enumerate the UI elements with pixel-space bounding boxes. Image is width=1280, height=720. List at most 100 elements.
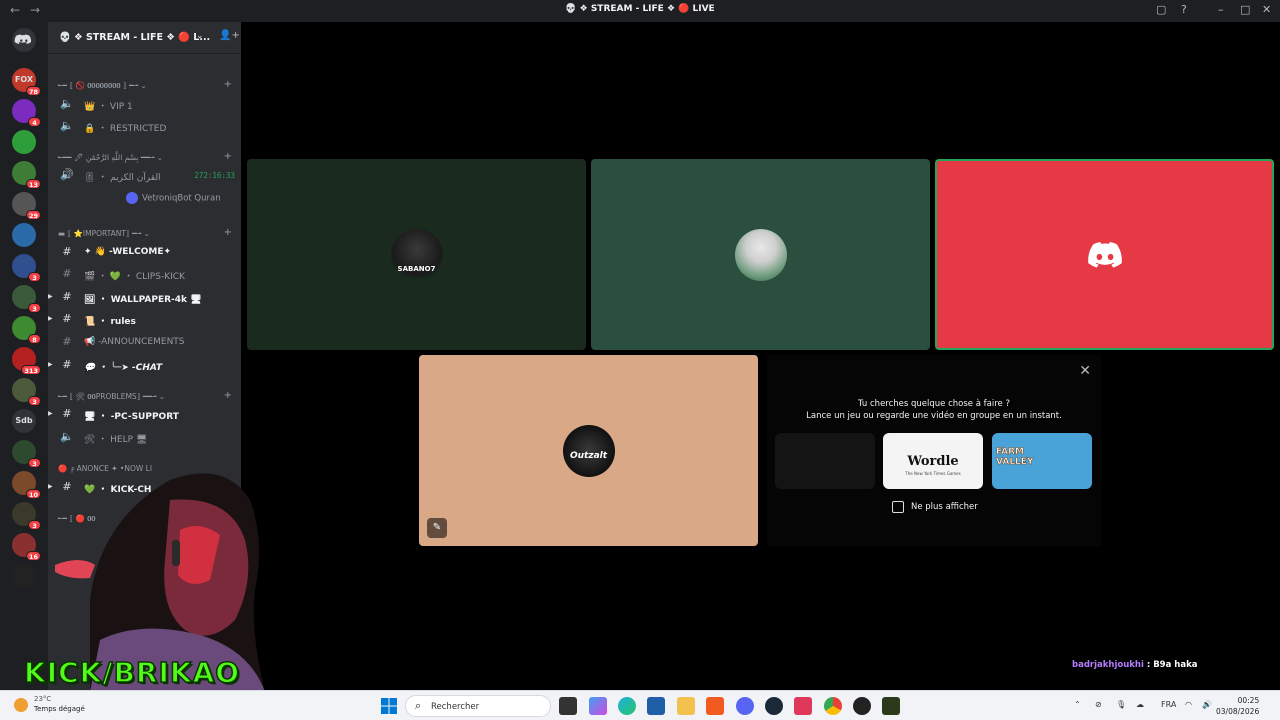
speaker-icon: 🔈 bbox=[60, 119, 74, 132]
voice-user[interactable]: VetroniqBot Quran bbox=[126, 192, 221, 204]
network-icon[interactable]: ⊘ bbox=[1095, 700, 1102, 709]
hashtag-icon: # bbox=[62, 245, 72, 258]
minimize-button[interactable]: – bbox=[1218, 3, 1224, 16]
server-icon[interactable]: 3 bbox=[12, 285, 41, 313]
add-channel-icon[interactable]: + bbox=[224, 151, 232, 162]
unread-indicator: ▶ bbox=[48, 315, 53, 322]
taskbar-search[interactable]: ⌕ Rechercher bbox=[405, 695, 551, 717]
wifi-icon[interactable]: ◠ bbox=[1185, 700, 1192, 709]
channel-quran[interactable]: 🔊 🎚 ・ القرآن الكريم 272:16:33 bbox=[54, 165, 237, 185]
help-icon[interactable]: ? bbox=[1181, 3, 1187, 16]
discord-home-button[interactable] bbox=[12, 28, 36, 52]
file-explorer-icon[interactable] bbox=[677, 697, 695, 715]
channel-vip[interactable]: 🔈 👑 ・ VIP 1 bbox=[54, 94, 237, 114]
store-icon[interactable] bbox=[647, 697, 665, 715]
edge-icon[interactable] bbox=[618, 697, 636, 715]
server-icon[interactable]: 10 bbox=[12, 471, 41, 499]
server-icon[interactable]: FOX 78 bbox=[12, 68, 41, 96]
unread-indicator: ▶ bbox=[48, 361, 53, 368]
voice-timer: 272:16:33 bbox=[194, 171, 235, 180]
microphone-icon[interactable]: 🎙 bbox=[1116, 700, 1126, 709]
task-view-icon[interactable] bbox=[559, 697, 577, 715]
participant-avatar: Outzalt bbox=[562, 424, 615, 477]
mention-badge: 8 bbox=[28, 334, 41, 344]
server-icon[interactable]: 4 bbox=[12, 99, 41, 127]
voice-stage: SABANO7 Outzalt ✎ ✕ Tu cherches quelque … bbox=[241, 22, 1280, 690]
language-indicator[interactable]: FRA bbox=[1161, 700, 1176, 709]
windows-start-icon[interactable] bbox=[381, 698, 397, 714]
server-icon[interactable]: 3 bbox=[12, 254, 41, 282]
category-header[interactable]: ╾━ ⟦ 🛠 𝟎𝟎PROBLEMS⟧ ━━╼ ⌄ + bbox=[58, 390, 238, 404]
mention-badge: 13 bbox=[25, 179, 41, 189]
ea-app-icon[interactable] bbox=[794, 697, 812, 715]
invite-people-icon[interactable]: 👤+ bbox=[219, 30, 240, 41]
server-icon[interactable]: 3 bbox=[12, 378, 41, 406]
dont-show-again-checkbox[interactable] bbox=[892, 501, 904, 513]
onedrive-icon[interactable]: ☁ bbox=[1136, 700, 1144, 709]
server-icon[interactable]: 8 bbox=[12, 316, 41, 344]
server-icon[interactable]: 29 bbox=[12, 192, 41, 220]
channel-announcements[interactable]: # 📢 -ANNOUNCEMENTS bbox=[54, 332, 237, 352]
channel-help[interactable]: 🔈 🛠 ・ HELP 🖥 bbox=[54, 427, 237, 447]
brave-icon[interactable] bbox=[706, 697, 724, 715]
server-icon[interactable]: Sdb bbox=[12, 409, 36, 433]
activity-card-wordle[interactable]: Wordle The New York Times Games bbox=[883, 433, 983, 489]
discord-taskbar-icon[interactable] bbox=[736, 697, 754, 715]
add-channel-icon[interactable]: + bbox=[224, 390, 232, 401]
server-icon[interactable] bbox=[12, 564, 36, 588]
copilot-icon[interactable] bbox=[589, 697, 607, 715]
hashtag-icon: # bbox=[62, 267, 72, 280]
maximize-button[interactable]: □ bbox=[1240, 3, 1250, 16]
steam-icon[interactable] bbox=[765, 697, 783, 715]
server-icon[interactable]: 13 bbox=[12, 161, 41, 189]
participant-tile[interactable]: SABANO7 bbox=[247, 159, 586, 350]
participant-tile[interactable]: Outzalt ✎ bbox=[419, 355, 758, 546]
category-header[interactable]: ╾━━ 🖊 بِسْمِ اللَّهِ الرَّحْمَٰنِ ━━╼ ⌄ + bbox=[58, 151, 238, 165]
channel-clips-kick[interactable]: # 🎬 ・ 💚 ・ CLIPS-KICK bbox=[54, 264, 237, 284]
inbox-icon[interactable]: ▢ bbox=[1156, 3, 1166, 16]
chrome-icon[interactable] bbox=[824, 697, 842, 715]
channel-rules[interactable]: ▶ # 📜 ・ rules bbox=[48, 309, 237, 329]
discord-logo-icon bbox=[14, 34, 32, 44]
weather-widget[interactable]: 23°C Temps dégagé bbox=[34, 694, 85, 714]
close-window-button[interactable]: ✕ bbox=[1262, 3, 1271, 16]
clock[interactable]: 00:25 03/08/2026 bbox=[1216, 695, 1259, 717]
server-label: Sdb bbox=[15, 416, 33, 425]
server-icon[interactable]: 3 bbox=[12, 440, 41, 468]
server-icon[interactable] bbox=[12, 130, 36, 154]
obs-icon[interactable] bbox=[853, 697, 871, 715]
participant-tile[interactable] bbox=[591, 159, 930, 350]
server-icon[interactable]: 313 bbox=[12, 347, 41, 375]
activity-suggestion-panel: ✕ Tu cherches quelque chose à faire ? La… bbox=[767, 355, 1101, 546]
speaker-icon: 🔈 bbox=[60, 430, 74, 443]
mention-badge: 16 bbox=[25, 551, 41, 561]
participant-tile-speaking[interactable] bbox=[935, 159, 1274, 350]
server-rail: FOX 78 4 13 29 3 3 8 313 3 Sdb 3 10 3 16 bbox=[0, 22, 48, 690]
chevron-down-icon[interactable]: ⌄ bbox=[196, 31, 204, 41]
chevron-up-icon[interactable]: ⌃ bbox=[1074, 700, 1081, 709]
nvidia-icon[interactable] bbox=[882, 697, 900, 715]
server-icon[interactable]: 3 bbox=[12, 502, 41, 530]
category-header[interactable]: ╾━ ⟦ 🚫 𝟎𝟎𝟎𝟎𝟎𝟎𝟎𝟎 ⟧ ━╼ ⌄ + bbox=[58, 79, 238, 93]
channel-restricted[interactable]: 🔈 🔒 ・ RESTRICTED bbox=[54, 116, 237, 136]
server-icon[interactable]: 16 bbox=[12, 533, 41, 561]
volume-icon[interactable]: 🔊 bbox=[1202, 700, 1212, 709]
channel-pc-support[interactable]: ▶ # 🖥 ・ -PC-SUPPORT bbox=[48, 404, 237, 424]
activity-prompt-subtitle: Lance un jeu ou regarde une vidéo en gro… bbox=[806, 411, 1062, 421]
close-icon[interactable]: ✕ bbox=[1079, 363, 1091, 379]
mention-badge: 10 bbox=[25, 489, 41, 499]
add-channel-icon[interactable]: + bbox=[224, 227, 232, 238]
activity-card[interactable] bbox=[775, 433, 875, 489]
add-channel-icon[interactable]: + bbox=[224, 79, 232, 90]
channel-wallpaper[interactable]: ▶ # 🖼 ・ WALLPAPER-4k 🖥 bbox=[48, 287, 237, 307]
channel-chat[interactable]: ▶ # 💬 ・ ╰─➤ -CHAT bbox=[48, 355, 237, 375]
mention-badge: 3 bbox=[28, 396, 41, 406]
server-icon[interactable] bbox=[12, 223, 36, 247]
search-icon: ⌕ bbox=[415, 699, 422, 712]
weather-icon bbox=[14, 698, 28, 712]
discord-logo-icon bbox=[1087, 241, 1122, 268]
guild-header[interactable]: 💀 ❖ STREAM - LIFE ❖ 🔴 L... ⌄ 👤+ bbox=[48, 22, 241, 54]
activity-card-farm-valley[interactable]: FARM VALLEY bbox=[992, 433, 1092, 489]
category-header[interactable]: ▬ ⟦ ⭐IMPORTANT⟧ ━╼ ⌄ + bbox=[58, 227, 238, 241]
channel-welcome[interactable]: # ✦ 👋 -WELCOME✦ bbox=[54, 242, 237, 262]
